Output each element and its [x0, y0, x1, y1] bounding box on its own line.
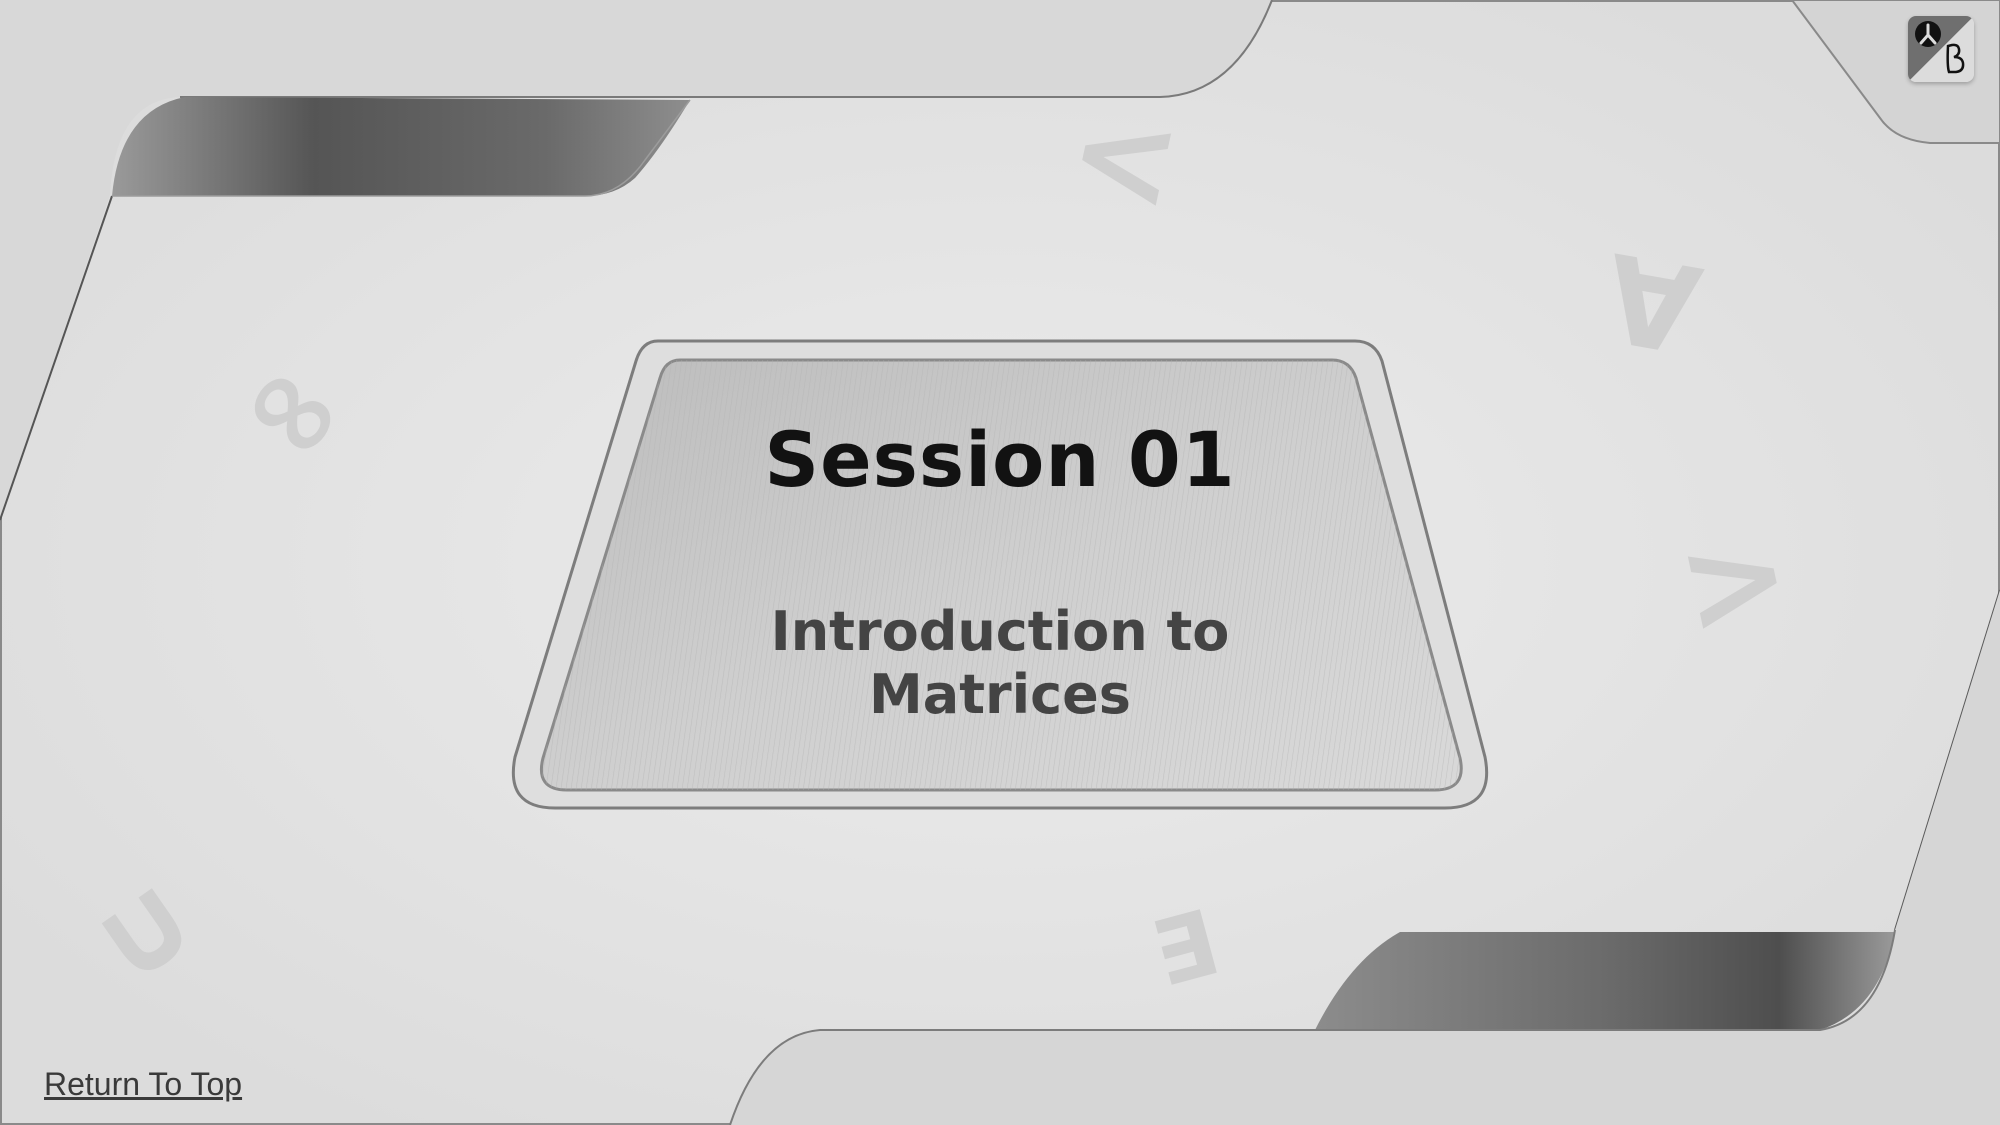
publisher-logo-icon[interactable]	[1908, 16, 1974, 82]
logo-graphic	[1908, 16, 1974, 82]
session-title: Session 01	[764, 415, 1236, 504]
return-to-top-link[interactable]: Return To Top	[44, 1066, 242, 1103]
slide-stage: < ∀ ∞ > ∪ ∃ Session 01 Introduction to M…	[0, 0, 2000, 1125]
session-subtitle: Introduction to Matrices	[770, 600, 1230, 726]
